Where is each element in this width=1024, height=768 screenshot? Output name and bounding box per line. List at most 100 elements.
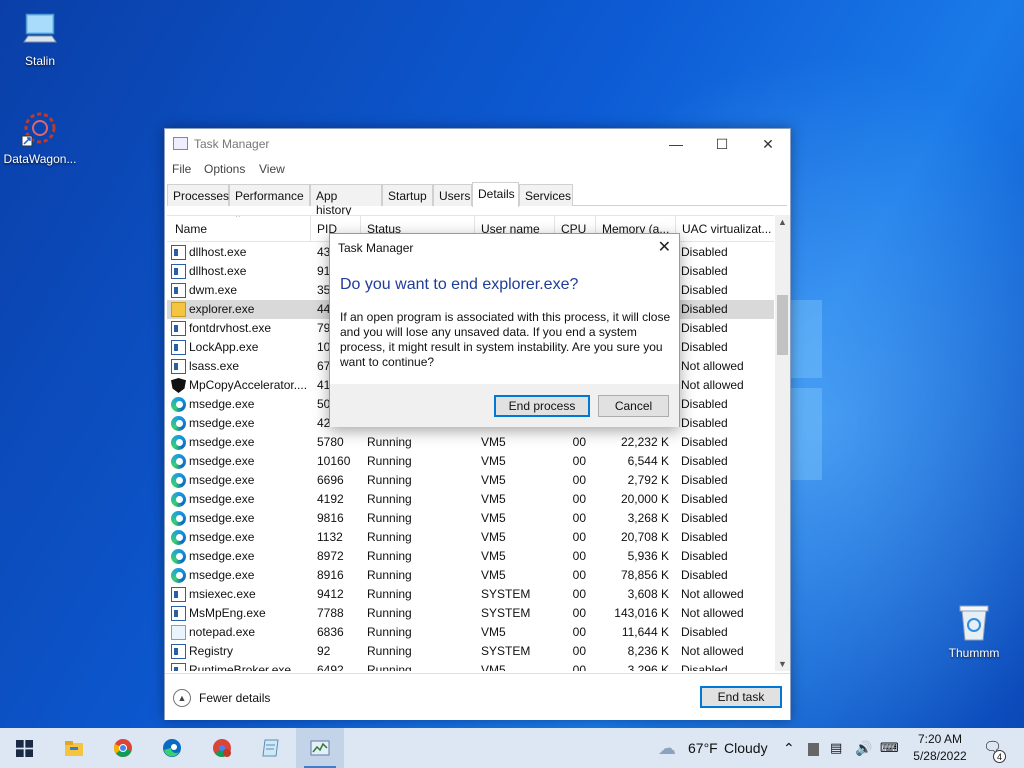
table-row[interactable]: msedge.exe 4192 Running VM5 00 20,000 K Disabl… [167,490,774,509]
cell-cpu: 00 [572,625,586,639]
table-row[interactable]: msedge.exe 8916 Running VM5 00 78,856 K Disabl… [167,566,774,585]
cell-name: RuntimeBroker.exe [189,663,292,671]
taskbar-chrome-profile[interactable] [198,728,246,768]
taskbar-chrome[interactable] [99,728,147,768]
fewer-details-link[interactable]: ▲ Fewer details [173,688,270,708]
datawagon-app-icon [20,108,60,148]
tab-users[interactable]: Users [433,184,472,206]
end-process-dialog: Task Manager ✕ Do you want to end explor… [329,233,680,427]
cell-status: Running [367,644,412,658]
cell-name: msedge.exe [189,492,255,506]
desktop-icon-stalin[interactable]: Stalin [0,10,80,68]
clock[interactable]: 7:20 AM 5/28/2022 [900,731,980,765]
cell-name: MpCopyAccelerator.... [189,378,308,392]
cell-uac: Disabled [681,340,728,354]
cell-name: msedge.exe [189,568,255,582]
taskbar-task-manager[interactable] [296,728,344,768]
edge-icon [171,454,186,469]
table-row[interactable]: msedge.exe 6696 Running VM5 00 2,792 K Disable… [167,471,774,490]
table-row[interactable]: RuntimeBroker.exe 6492 Running VM5 00 3,296 K… [167,661,774,671]
minimize-button[interactable]: — [653,129,699,159]
notification-center-icon[interactable]: 🗨 4 [983,728,1007,768]
desktop-icon-datawagon[interactable]: DataWagon... [0,108,80,166]
menu-view[interactable]: View [259,162,285,176]
window-title: Task Manager [194,137,270,151]
cell-uac: Disabled [681,302,728,316]
cell-name: Registry [189,644,234,658]
tab-processes[interactable]: Processes [167,184,229,206]
cell-name: MsMpEng.exe [189,606,266,620]
table-row[interactable]: msedge.exe 10160 Running VM5 00 6,544 K Disabl… [167,452,774,471]
exe-icon [171,587,186,602]
table-row[interactable]: MsMpEng.exe 7788 Running SYSTEM 00 143,016 K N… [167,604,774,623]
end-process-button[interactable]: End process [494,395,590,417]
table-row[interactable]: msiexec.exe 9412 Running SYSTEM 00 3,608 K Not… [167,585,774,604]
cell-name: explorer.exe [189,302,255,316]
tab-details[interactable]: Details [472,182,519,207]
close-button[interactable]: ✕ [745,129,791,159]
exe-icon [171,663,186,671]
cell-user: VM5 [481,492,506,506]
table-row[interactable]: msedge.exe 8972 Running VM5 00 5,936 K Disable… [167,547,774,566]
computer-icon [20,10,60,50]
cell-uac: Disabled [681,492,728,506]
column-header-uac[interactable]: UAC virtualizat... [676,216,774,242]
folder-icon [171,302,186,317]
tab-performance[interactable]: Performance [229,184,310,206]
table-row[interactable]: msedge.exe 1132 Running VM5 00 20,708 K Disabl… [167,528,774,547]
taskbar-file-explorer[interactable] [50,728,98,768]
cell-pid: 4192 [317,492,344,506]
tab-startup[interactable]: Startup [382,184,433,206]
start-button[interactable] [0,728,48,768]
table-row[interactable]: msedge.exe 9816 Running VM5 00 3,268 K Disable… [167,509,774,528]
recycle-bin-icon [954,602,994,642]
cell-uac: Disabled [681,473,728,487]
vertical-scrollbar[interactable]: ▲ ▼ [775,215,790,671]
dialog-close-icon[interactable]: ✕ [658,237,671,257]
taskbar-edge[interactable] [148,728,196,768]
dialog-heading: Do you want to end explorer.exe? [340,276,579,293]
menu-options[interactable]: Options [204,162,245,176]
end-task-button[interactable]: End task [700,686,782,708]
window-footer: ▲ Fewer details End task [165,673,790,720]
cell-uac: Disabled [681,530,728,544]
desktop-icon-recycle-bin[interactable]: Thummm [934,602,1014,660]
table-row[interactable]: Registry 92 Running SYSTEM 00 8,236 K Not allo… [167,642,774,661]
taskbar: ☁ 67°F Cloudy ⌃ ▤ 🔊 ⌨ 7:20 AM 5/28/2022 … [0,728,1024,768]
scroll-up-arrow-icon[interactable]: ▲ [775,215,790,229]
cell-pid: 6492 [317,663,344,671]
cell-user: VM5 [481,568,506,582]
network-icon[interactable]: ▤ [830,728,848,768]
cancel-button[interactable]: Cancel [598,395,669,417]
cell-name: dllhost.exe [189,245,247,259]
cell-pid: 9816 [317,511,344,525]
table-row[interactable]: notepad.exe 6836 Running VM5 00 11,644 K Disab… [167,623,774,642]
title-bar[interactable]: Task Manager — ☐ ✕ [165,129,790,159]
cell-uac: Disabled [681,625,728,639]
fewer-details-label: Fewer details [199,691,271,705]
cell-pid: 8972 [317,549,344,563]
cell-uac: Disabled [681,264,728,278]
scrollbar-thumb[interactable] [777,295,788,355]
maximize-button[interactable]: ☐ [699,129,745,159]
table-row[interactable]: msedge.exe 5780 Running VM5 00 22,232 K Disabl… [167,433,774,452]
cell-pid: 6696 [317,473,344,487]
chrome-icon [114,739,132,757]
tray-app-icon[interactable] [808,728,822,768]
keyboard-icon[interactable]: ⌨ [880,728,900,768]
desktop-icon-label: DataWagon... [3,152,77,166]
edge-icon [171,397,186,412]
taskbar-notepad[interactable] [247,728,295,768]
tab-app-history[interactable]: App history [310,184,382,217]
show-hidden-icons-chevron-up-icon[interactable]: ⌃ [783,728,797,768]
cell-uac: Disabled [681,435,728,449]
edge-icon [171,530,186,545]
cell-cpu: 00 [572,511,586,525]
cell-name: msedge.exe [189,473,255,487]
cell-pid: 9412 [317,587,344,601]
volume-icon[interactable]: 🔊 [855,728,873,768]
menu-file[interactable]: File [172,162,191,176]
tab-services[interactable]: Services [519,184,573,206]
scroll-down-arrow-icon[interactable]: ▼ [775,657,790,671]
weather-widget[interactable]: ☁ 67°F Cloudy [658,728,773,768]
